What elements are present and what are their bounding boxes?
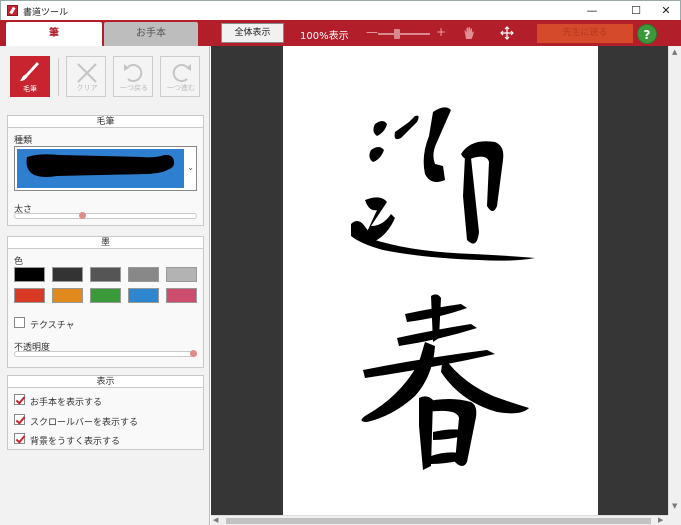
opacity-slider[interactable]	[14, 351, 197, 357]
ink-color-swatch-3[interactable]	[90, 267, 121, 282]
horizontal-scroll-thumb[interactable]	[226, 518, 651, 524]
opacity-knob[interactable]	[190, 350, 197, 357]
show-scrollbar-checkbox[interactable]	[14, 414, 25, 425]
zoom-slider[interactable]	[378, 33, 430, 35]
minimize-button[interactable]: —	[577, 1, 607, 21]
ink-color-label: 色	[14, 257, 24, 267]
zoom-out-button[interactable]: —	[366, 25, 378, 39]
tab-brush[interactable]: 筆	[6, 22, 102, 46]
horizontal-scrollbar[interactable]: ◀ ▶	[211, 515, 668, 525]
texture-checkbox[interactable]	[14, 317, 25, 328]
light-background-checkbox[interactable]	[14, 433, 25, 444]
hand-icon[interactable]	[462, 26, 476, 43]
redo-button[interactable]: 一つ進む	[160, 56, 200, 97]
brush-tool-button[interactable]: 毛筆	[10, 56, 50, 97]
clear-button[interactable]: クリア	[66, 56, 106, 97]
scroll-up-icon[interactable]: ▲	[672, 48, 677, 56]
undo-button[interactable]: 一つ戻る	[113, 56, 153, 97]
close-button[interactable]: ✕	[651, 1, 681, 21]
move-icon[interactable]	[500, 26, 514, 43]
fit-view-button[interactable]: 全体表示	[221, 23, 284, 43]
ink-section-title: 墨	[8, 237, 203, 249]
brush-type-label: 種類	[14, 136, 33, 146]
calligraphy-artwork	[351, 107, 535, 470]
scrollbar-corner	[668, 515, 681, 525]
ink-color-swatch-2[interactable]	[52, 267, 83, 282]
tab-model[interactable]: お手本	[104, 22, 198, 46]
show-scrollbar-label: スクロールバーを表示する	[30, 418, 139, 428]
writing-paper[interactable]	[283, 46, 598, 515]
brush-tool-label: 毛筆	[23, 85, 37, 93]
zoom-slider-knob[interactable]	[394, 29, 401, 39]
chevron-down-icon: ⌄	[187, 163, 194, 172]
toolbar-separator	[58, 58, 59, 96]
help-button[interactable]: ?	[637, 24, 657, 44]
ink-color-swatch-5[interactable]	[166, 267, 197, 282]
ink-color-swatch-4[interactable]	[128, 267, 159, 282]
ink-color-swatch-10[interactable]	[166, 288, 197, 303]
show-model-checkbox[interactable]	[14, 394, 25, 405]
scroll-left-icon[interactable]: ◀	[213, 516, 218, 524]
redo-label: 一つ進む	[167, 84, 195, 92]
scroll-right-icon[interactable]: ▶	[658, 516, 663, 524]
undo-label: 一つ戻る	[120, 84, 148, 92]
display-section: 表示 お手本を表示する スクロールバーを表示する 背景をうすく表示する	[7, 375, 204, 450]
brush-stroke-preview	[17, 149, 184, 188]
zoom-level-text: 100%表示	[300, 31, 349, 42]
ink-color-swatch-6[interactable]	[14, 288, 45, 303]
texture-label: テクスチャ	[30, 321, 75, 331]
light-background-label: 背景をうすく表示する	[30, 437, 121, 447]
brush-type-select[interactable]: ⌄	[14, 146, 197, 191]
brush-section: 毛筆 種類 ⌄ 太さ	[7, 115, 204, 226]
maximize-button[interactable]: ☐	[621, 1, 651, 21]
show-model-label: お手本を表示する	[30, 398, 103, 408]
title-bar: 書道ツール — ☐ ✕	[0, 0, 681, 20]
zoom-in-button[interactable]: +	[436, 25, 446, 39]
ink-color-swatch-8[interactable]	[90, 288, 121, 303]
brush-size-slider[interactable]	[14, 213, 197, 219]
ink-color-swatch-1[interactable]	[14, 267, 45, 282]
clear-label: クリア	[76, 84, 98, 92]
brush-section-title: 毛筆	[8, 116, 203, 128]
send-to-teacher-button[interactable]: 先生に送る	[537, 24, 633, 43]
window-title: 書道ツール	[23, 8, 69, 18]
ink-color-swatch-9[interactable]	[128, 288, 159, 303]
app-icon	[7, 5, 18, 16]
ink-color-swatch-7[interactable]	[52, 288, 83, 303]
display-section-title: 表示	[8, 376, 203, 388]
scroll-down-icon[interactable]: ▼	[672, 502, 677, 510]
vertical-scrollbar[interactable]: ▲ ▼	[668, 46, 681, 515]
ink-section: 墨 色 テクスチャ 不透明度	[7, 236, 204, 368]
canvas-area[interactable]	[211, 46, 668, 515]
